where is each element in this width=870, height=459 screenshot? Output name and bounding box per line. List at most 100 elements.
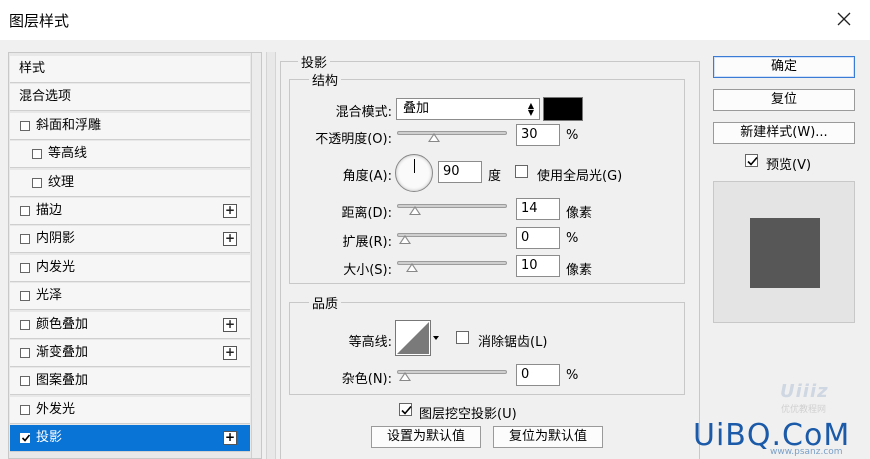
title-bar: 图层样式 <box>0 0 870 40</box>
shadow-color-swatch[interactable] <box>543 97 583 121</box>
noise-label: 杂色(N): <box>341 372 392 387</box>
size-slider-thumb[interactable] <box>405 263 418 272</box>
style-item-label: 斜面和浮雕 <box>36 117 102 133</box>
add-effect-button[interactable]: + <box>223 431 237 446</box>
contour-picker[interactable] <box>395 320 431 356</box>
style-checkbox[interactable] <box>20 404 30 415</box>
contour-linear-icon <box>397 322 429 354</box>
reset-default-button[interactable]: 复位为默认值 <box>493 426 603 448</box>
angle-dial[interactable] <box>395 154 433 192</box>
spread-unit: % <box>566 231 579 246</box>
style-list-scrollbar[interactable] <box>251 53 261 458</box>
style-list-item[interactable]: 描边 + <box>10 198 250 225</box>
watermark-url: www.psanz.com <box>770 447 843 457</box>
noise-slider-thumb[interactable] <box>399 372 411 381</box>
opacity-slider-thumb[interactable] <box>428 133 441 142</box>
style-item-label: 纹理 <box>48 174 75 190</box>
style-checkbox[interactable] <box>32 177 42 188</box>
contour-label: 等高线: <box>348 335 392 350</box>
distance-slider-thumb[interactable] <box>408 206 421 215</box>
noise-slider[interactable] <box>397 370 507 374</box>
style-list-item[interactable]: 光泽 <box>10 283 250 311</box>
style-list-item[interactable]: 斜面和浮雕 <box>10 112 250 140</box>
style-checkbox[interactable] <box>20 262 30 273</box>
preview-square <box>750 218 820 288</box>
knockout-checkbox[interactable] <box>399 403 412 416</box>
new-style-button[interactable]: 新建样式(W)... <box>713 122 855 144</box>
panel-divider[interactable] <box>266 52 276 459</box>
blend-mode-value: 叠加 <box>403 101 430 116</box>
style-checkbox[interactable] <box>20 376 30 387</box>
style-checkbox[interactable] <box>20 120 30 131</box>
anti-alias-checkbox[interactable] <box>456 331 469 344</box>
global-light-label: 使用全局光(G) <box>537 169 623 184</box>
size-input[interactable]: 10 <box>516 255 560 277</box>
style-checkbox[interactable] <box>20 348 30 358</box>
anti-alias-label: 消除锯齿(L) <box>478 335 548 350</box>
quality-title: 品质 <box>309 293 342 312</box>
section-title: 投影 <box>298 52 331 71</box>
style-item-label: 描边 <box>36 203 63 218</box>
noise-input[interactable]: 0 <box>516 364 560 386</box>
style-list-item[interactable]: 内发光 <box>10 254 250 282</box>
caret-down-icon <box>433 336 439 340</box>
style-list-item[interactable]: 纹理 <box>10 169 250 197</box>
style-item-label: 投影 <box>36 430 63 446</box>
close-button[interactable] <box>822 2 866 36</box>
style-item-label: 渐变叠加 <box>36 345 89 360</box>
angle-label: 角度(A): <box>342 169 392 184</box>
spread-label: 扩展(R): <box>342 235 392 250</box>
style-item-label: 混合选项 <box>19 89 72 105</box>
style-list-item[interactable]: 混合选项 <box>10 84 250 112</box>
checkmark-icon <box>747 156 758 166</box>
opacity-slider[interactable] <box>397 131 507 135</box>
style-list-item[interactable]: 图案叠加 <box>10 368 250 396</box>
opacity-input[interactable]: 30 <box>516 124 560 146</box>
style-list-item[interactable]: 等高线 <box>10 141 250 169</box>
distance-input[interactable]: 14 <box>516 198 560 220</box>
ok-button[interactable]: 确定 <box>713 56 855 78</box>
preview-checkbox[interactable] <box>745 154 758 167</box>
style-list-item[interactable]: 颜色叠加 + <box>10 311 250 339</box>
contour-dropdown[interactable] <box>432 320 440 356</box>
style-list-item[interactable]: 投影 + <box>10 425 250 453</box>
add-effect-button[interactable]: + <box>223 317 237 332</box>
add-effect-button[interactable]: + <box>223 346 237 360</box>
distance-label: 距离(D): <box>341 206 392 221</box>
blend-mode-select[interactable]: 叠加 ▲ ▼ <box>396 98 540 120</box>
preview-thumbnail <box>713 181 855 323</box>
style-list-item[interactable]: 样式 <box>10 56 250 83</box>
watermark-logo-sub: 优优教程网 <box>781 405 827 415</box>
global-light-checkbox[interactable] <box>515 165 528 178</box>
watermark-logo: Uiiiz <box>780 381 829 402</box>
style-checkbox[interactable] <box>20 234 30 245</box>
knockout-label: 图层挖空投影(U) <box>419 407 517 422</box>
add-effect-button[interactable]: + <box>223 232 237 247</box>
make-default-button[interactable]: 设置为默认值 <box>371 426 481 448</box>
spread-slider[interactable] <box>397 233 507 237</box>
style-checkbox[interactable] <box>20 291 30 302</box>
angle-input[interactable]: 90 <box>438 161 482 183</box>
style-checkbox[interactable] <box>20 433 31 444</box>
style-list: 样式混合选项斜面和浮雕等高线纹理描边 + 内阴影 + 内发光 光泽颜色叠加 + 渐变叠加 + 图案… <box>8 52 262 459</box>
style-checkbox[interactable] <box>20 319 30 330</box>
style-item-label: 颜色叠加 <box>36 316 89 332</box>
style-item-label: 图案叠加 <box>36 373 89 389</box>
style-checkbox[interactable] <box>32 149 42 160</box>
style-list-item[interactable]: 内阴影 + <box>10 226 250 254</box>
window-title: 图层样式 <box>9 12 70 30</box>
close-icon <box>837 12 851 26</box>
style-item-label: 内阴影 <box>36 231 76 247</box>
checkmark-icon <box>21 434 31 442</box>
blend-mode-label: 混合模式: <box>335 105 392 120</box>
checkmark-icon <box>401 405 412 415</box>
spread-slider-thumb[interactable] <box>399 235 411 244</box>
spread-input[interactable]: 0 <box>516 227 560 249</box>
reset-button[interactable]: 复位 <box>713 89 855 111</box>
add-effect-button[interactable]: + <box>223 204 237 218</box>
style-item-label: 样式 <box>19 61 46 76</box>
style-list-item[interactable]: 外发光 <box>10 396 250 424</box>
structure-title: 结构 <box>309 70 342 89</box>
style-checkbox[interactable] <box>20 206 30 216</box>
style-list-item[interactable]: 渐变叠加 + <box>10 340 250 367</box>
